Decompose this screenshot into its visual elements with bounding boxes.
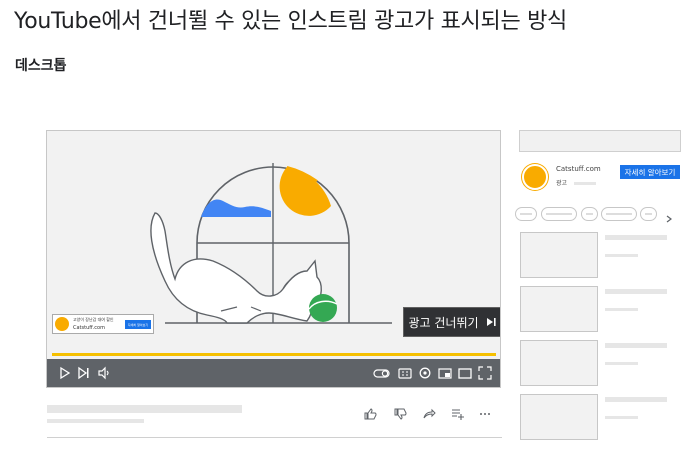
related-video-meta-placeholder [605, 416, 638, 419]
volume-icon[interactable] [97, 366, 111, 380]
filter-chip[interactable] [515, 207, 537, 221]
sidebar-ad-domain: Catstuff.com [556, 165, 601, 173]
video-player[interactable]: 고양이 장난감 대여 할인 Catstuff.com 자세히 알아보기 광고 건… [46, 130, 501, 388]
related-video-meta-placeholder [605, 362, 638, 365]
divider [47, 437, 502, 438]
share-icon[interactable] [422, 406, 436, 425]
filter-chip[interactable] [581, 207, 598, 221]
related-video-meta-placeholder [605, 254, 638, 257]
related-video-thumbnail[interactable] [520, 232, 598, 278]
related-video-meta-placeholder [605, 308, 638, 311]
cat-body [150, 212, 314, 324]
ad-overlay[interactable]: 고양이 장난감 대여 할인 Catstuff.com 자세히 알아보기 [52, 314, 154, 334]
chevron-right-icon[interactable] [664, 209, 674, 228]
related-video-title-placeholder [605, 235, 667, 240]
filter-chip[interactable] [640, 207, 657, 221]
fullscreen-icon[interactable] [478, 366, 492, 380]
related-video-thumbnail[interactable] [520, 286, 598, 332]
next-icon[interactable] [77, 366, 91, 380]
related-video-title-placeholder [605, 343, 667, 348]
play-icon[interactable] [58, 366, 72, 380]
sidebar-ad-meta-placeholder [574, 182, 596, 185]
theater-icon[interactable] [458, 366, 472, 380]
more-icon[interactable] [478, 406, 492, 425]
miniplayer-icon[interactable] [438, 366, 452, 380]
related-video-title-placeholder [605, 397, 667, 402]
overlay-domain: Catstuff.com [73, 325, 105, 331]
video-meta-placeholder [47, 419, 144, 423]
video-title-placeholder [47, 405, 242, 413]
learn-more-button[interactable]: 자세히 알아보기 [620, 165, 680, 179]
filter-chip[interactable] [601, 207, 637, 221]
filter-chip[interactable] [541, 207, 577, 221]
add-to-playlist-icon[interactable] [451, 406, 465, 425]
related-video-title-placeholder [605, 289, 667, 294]
catstuff-logo [522, 164, 548, 190]
captions-icon[interactable] [398, 366, 412, 380]
settings-icon[interactable] [418, 366, 432, 380]
companion-banner-placeholder [519, 130, 681, 152]
overlay-headline: 고양이 장난감 대여 할인 [73, 317, 114, 322]
page-title: YouTube에서 건너뛸 수 있는 인스트림 광고가 표시되는 방식 [14, 9, 567, 34]
sidebar-ad-label: 광고 [556, 180, 568, 187]
related-video-thumbnail[interactable] [520, 340, 598, 386]
ad-progress-bar[interactable] [52, 353, 496, 356]
autoplay-icon[interactable] [373, 366, 391, 380]
player-controls [47, 359, 500, 387]
like-icon[interactable] [363, 406, 377, 425]
catstuff-logo [55, 317, 69, 331]
green-ball [309, 294, 337, 322]
skip-icon [486, 318, 496, 326]
skip-ad-label: 광고 건너뛰기 [408, 315, 479, 330]
overlay-cta-button[interactable]: 자세히 알아보기 [125, 320, 151, 329]
related-video-thumbnail[interactable] [520, 394, 598, 440]
dislike-icon[interactable] [393, 406, 407, 425]
blue-cloud [201, 199, 271, 217]
page-subtitle: 데스크톱 [15, 58, 67, 74]
skip-ad-button[interactable]: 광고 건너뛰기 [403, 307, 500, 337]
